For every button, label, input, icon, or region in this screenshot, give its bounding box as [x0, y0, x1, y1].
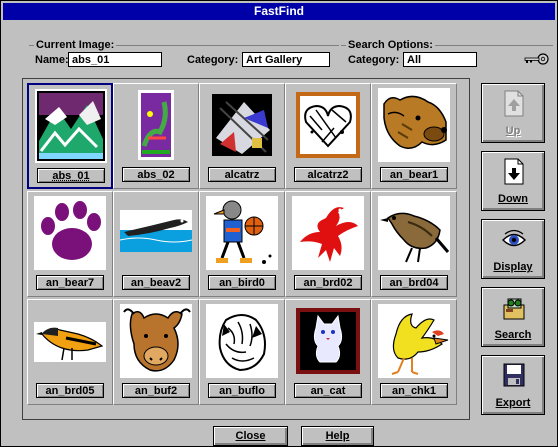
oriole-thumbnail [34, 304, 106, 378]
gallery-item[interactable]: abs_02 [113, 83, 199, 189]
export-button[interactable]: Export [481, 355, 545, 415]
gallery-item-label: an_brd05 [36, 383, 104, 398]
chicken-thumbnail [378, 304, 450, 378]
fastfind-window: FastFind Current Image: Name: abs_01 Cat… [0, 0, 558, 447]
gallery-item[interactable]: an_chk1 [371, 299, 457, 405]
gallery-item-label: abs_02 [122, 167, 190, 182]
cat-thumbnail [292, 304, 364, 378]
buffalo-sketch-thumbnail [206, 304, 278, 378]
window-title: FastFind [3, 3, 555, 20]
gallery-item-label: an_brd02 [294, 275, 362, 290]
red-bird-thumbnail [292, 196, 364, 270]
gallery-item-label: an_bird0 [208, 275, 276, 290]
gallery-item-label: an_buf2 [122, 383, 190, 398]
display-button-label: Display [493, 261, 533, 273]
gallery-item-label: an_buflo [208, 383, 276, 398]
buffalo-head-thumbnail [120, 304, 192, 378]
gallery-item[interactable]: an_cat [285, 299, 371, 405]
gallery-item[interactable]: an_brd05 [27, 299, 113, 405]
gallery-item[interactable]: an_brd02 [285, 191, 371, 297]
image-gallery: abs_01 abs_02 alcatrz alcatrz2 an_bear1 [22, 78, 470, 420]
action-toolbar: Up Down Display Search Export [478, 81, 546, 423]
search-category-label: Category: [348, 54, 400, 66]
gallery-item-label: an_cat [294, 383, 362, 398]
gallery-item-label: an_bear7 [36, 275, 104, 290]
gallery-item[interactable]: an_beav2 [113, 191, 199, 297]
export-button-label: Export [495, 397, 531, 409]
name-field[interactable]: abs_01 [68, 52, 162, 67]
search-binoculars-icon [503, 298, 525, 320]
down-button-label: Down [498, 193, 528, 205]
gallery-item[interactable]: an_buflo [199, 299, 285, 405]
display-button[interactable]: Display [481, 219, 545, 279]
page-up-icon [504, 90, 524, 117]
category-field[interactable]: Art Gallery [242, 52, 330, 67]
key-icon[interactable] [522, 52, 550, 66]
sparrow-thumbnail [378, 196, 450, 270]
beaver-swimming-thumbnail [120, 196, 192, 270]
down-button[interactable]: Down [481, 151, 545, 211]
gallery-item[interactable]: alcatrz [199, 83, 285, 189]
gallery-item[interactable]: an_bear1 [371, 83, 457, 189]
gallery-item[interactable]: an_buf2 [113, 299, 199, 405]
floppy-disk-icon [503, 363, 525, 387]
gallery-item[interactable]: an_bear7 [27, 191, 113, 297]
gallery-item[interactable]: abs_01 [27, 83, 113, 189]
eye-icon [502, 229, 526, 247]
page-down-icon [504, 158, 524, 185]
name-label: Name: [35, 54, 69, 66]
search-options-group-label: Search Options: [346, 39, 435, 51]
close-button[interactable]: Close [213, 426, 288, 446]
search-button-label: Search [494, 329, 532, 341]
alcatraz-abstract-thumbnail [206, 88, 278, 162]
up-button-label: Up [505, 125, 521, 137]
gallery-item-label: alcatrz2 [294, 167, 362, 182]
gallery-item-label: abs_01 [37, 168, 105, 183]
category-label: Category: [187, 54, 239, 66]
gallery-item-label: an_beav2 [122, 275, 190, 290]
abstract-lizard-thumbnail [120, 88, 192, 162]
gallery-item[interactable]: an_bird0 [199, 191, 285, 297]
help-button[interactable]: Help [301, 426, 374, 446]
abstract-mountain-thumbnail [35, 89, 107, 163]
gallery-item[interactable]: an_brd04 [371, 191, 457, 297]
current-image-group-label: Current Image: [34, 39, 117, 51]
paw-print-thumbnail [34, 196, 106, 270]
bear-head-thumbnail [378, 88, 450, 162]
gallery-item-label: an_bear1 [380, 167, 448, 182]
search-category-field[interactable]: All [403, 52, 477, 67]
search-button[interactable]: Search [481, 287, 545, 347]
gallery-item-label: alcatrz [208, 167, 276, 182]
up-button[interactable]: Up [481, 83, 545, 143]
bird-basketball-thumbnail [206, 196, 278, 270]
gallery-item-label: an_brd04 [380, 275, 448, 290]
gallery-item[interactable]: alcatrz2 [285, 83, 371, 189]
gallery-item-label: an_chk1 [380, 383, 448, 398]
alcatraz-heart-thumbnail [292, 88, 364, 162]
